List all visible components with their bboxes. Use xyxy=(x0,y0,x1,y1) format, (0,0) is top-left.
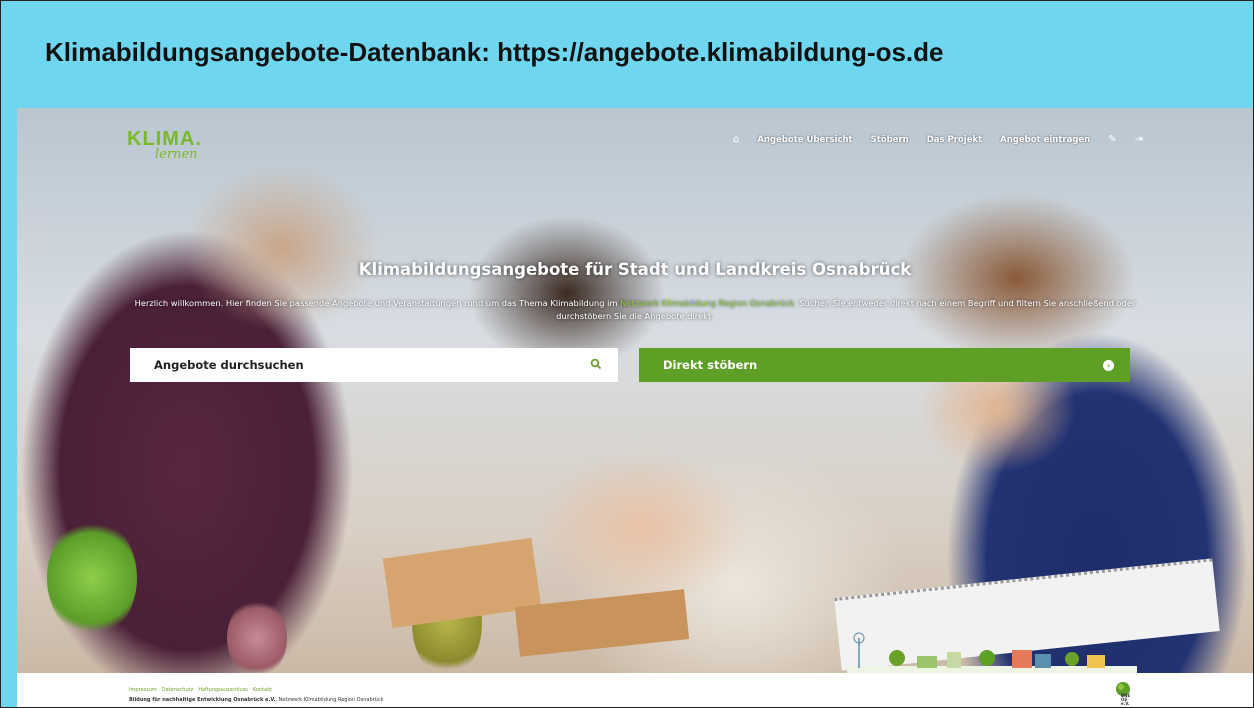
nav-item-angebot-eintragen[interactable]: Angebot eintragen xyxy=(1000,135,1090,145)
slide-frame: Klimabildungsangebote-Datenbank: https:/… xyxy=(0,0,1254,708)
footer-link-kontakt[interactable]: Kontakt xyxy=(253,687,272,693)
search-label: Angebote durchsuchen xyxy=(154,358,304,372)
bne-logo-text: BNE OS e.V. xyxy=(1121,693,1131,706)
edit-icon[interactable]: ✎ xyxy=(1108,134,1116,145)
hero-text: Herzlich willkommen. Hier finden Sie pas… xyxy=(127,297,1143,323)
nav-item-angebote-uebersicht[interactable]: Angebote Übersicht xyxy=(757,135,852,145)
nav-item-stoebern[interactable]: Stöbern xyxy=(871,135,909,145)
network-link[interactable]: Netzwerk Klimabildung Region Osnabrück xyxy=(620,298,794,308)
decorative-tree xyxy=(227,598,287,673)
footer-link-impressum[interactable]: Impressum xyxy=(129,687,157,693)
browse-button[interactable]: Direkt stöbern › xyxy=(639,348,1130,382)
arrow-right-circle-icon: › xyxy=(1103,359,1114,371)
website-screenshot: KLIMA. lernen ⌂ Angebote Übersicht Stöbe… xyxy=(17,108,1253,673)
home-icon[interactable]: ⌂ xyxy=(733,134,739,145)
search-icon[interactable] xyxy=(590,358,602,373)
nav-item-das-projekt[interactable]: Das Projekt xyxy=(927,135,982,145)
hero-title: Klimabildungsangebote für Stadt und Land… xyxy=(358,260,912,279)
site-logo[interactable]: KLIMA. lernen xyxy=(127,128,202,162)
town-illustration xyxy=(847,632,1137,673)
footer-links: Impressum Datenschutz Haftungsausschluss… xyxy=(129,687,272,693)
site-footer: Impressum Datenschutz Haftungsausschluss… xyxy=(17,673,1253,707)
decorative-plant xyxy=(47,518,137,638)
login-icon[interactable]: ⇥ xyxy=(1135,134,1143,145)
slide-title: Klimabildungsangebote-Datenbank: https:/… xyxy=(45,37,944,67)
footer-organisation: Bildung für nachhaltige Entwicklung Osna… xyxy=(129,697,384,703)
search-input[interactable]: Angebote durchsuchen xyxy=(130,348,618,382)
footer-link-datenschutz[interactable]: Datenschutz xyxy=(162,687,193,693)
logo-sub-text: lernen xyxy=(155,147,198,162)
hero-text-intro: Herzlich willkommen. Hier finden Sie pas… xyxy=(134,298,621,308)
footer-org-name: Bildung für nachhaltige Entwicklung Osna… xyxy=(129,697,276,703)
main-navigation: ⌂ Angebote Übersicht Stöbern Das Projekt… xyxy=(733,134,1143,145)
wooden-block xyxy=(514,589,690,657)
footer-link-haftungsausschluss[interactable]: Haftungsausschluss xyxy=(198,687,248,693)
browse-label: Direkt stöbern xyxy=(663,358,758,372)
footer-org-network: , Netzwerk Klimabildung Region Osnabrück xyxy=(275,697,384,703)
